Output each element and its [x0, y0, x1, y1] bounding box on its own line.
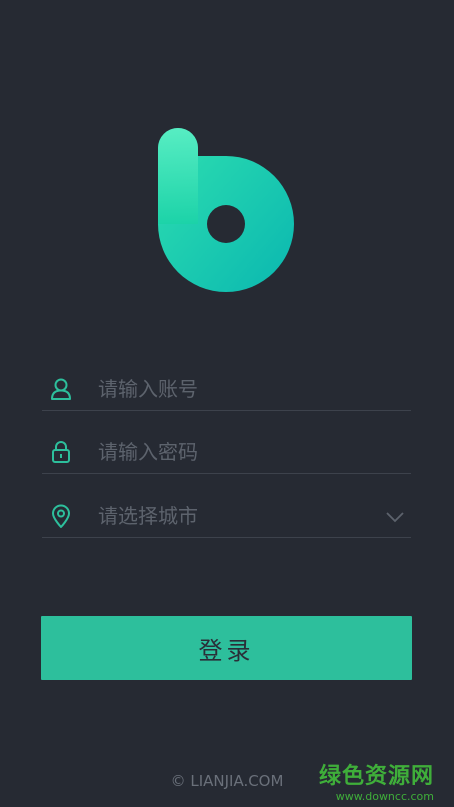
- account-input[interactable]: [98, 372, 378, 406]
- login-screen: 请选择城市 登录 © LIANJIA.COM 绿色资源网 www.downcc.…: [0, 0, 454, 807]
- watermark-url: www.downcc.com: [335, 790, 434, 803]
- password-input[interactable]: [98, 435, 378, 469]
- watermark-site-name: 绿色资源网: [318, 764, 434, 789]
- watermark: 绿色资源网 www.downcc.com: [319, 758, 434, 803]
- location-pin-icon: [52, 504, 70, 528]
- password-field[interactable]: [42, 433, 411, 474]
- brand-b-logo-icon: [158, 128, 294, 292]
- login-button[interactable]: 登录: [41, 616, 412, 680]
- chevron-down-icon[interactable]: [385, 507, 405, 527]
- user-icon: [51, 378, 71, 400]
- lock-icon: [52, 441, 70, 463]
- city-select-field[interactable]: 请选择城市: [42, 497, 411, 538]
- city-select-placeholder: 请选择城市: [98, 504, 198, 528]
- account-field[interactable]: [42, 370, 411, 411]
